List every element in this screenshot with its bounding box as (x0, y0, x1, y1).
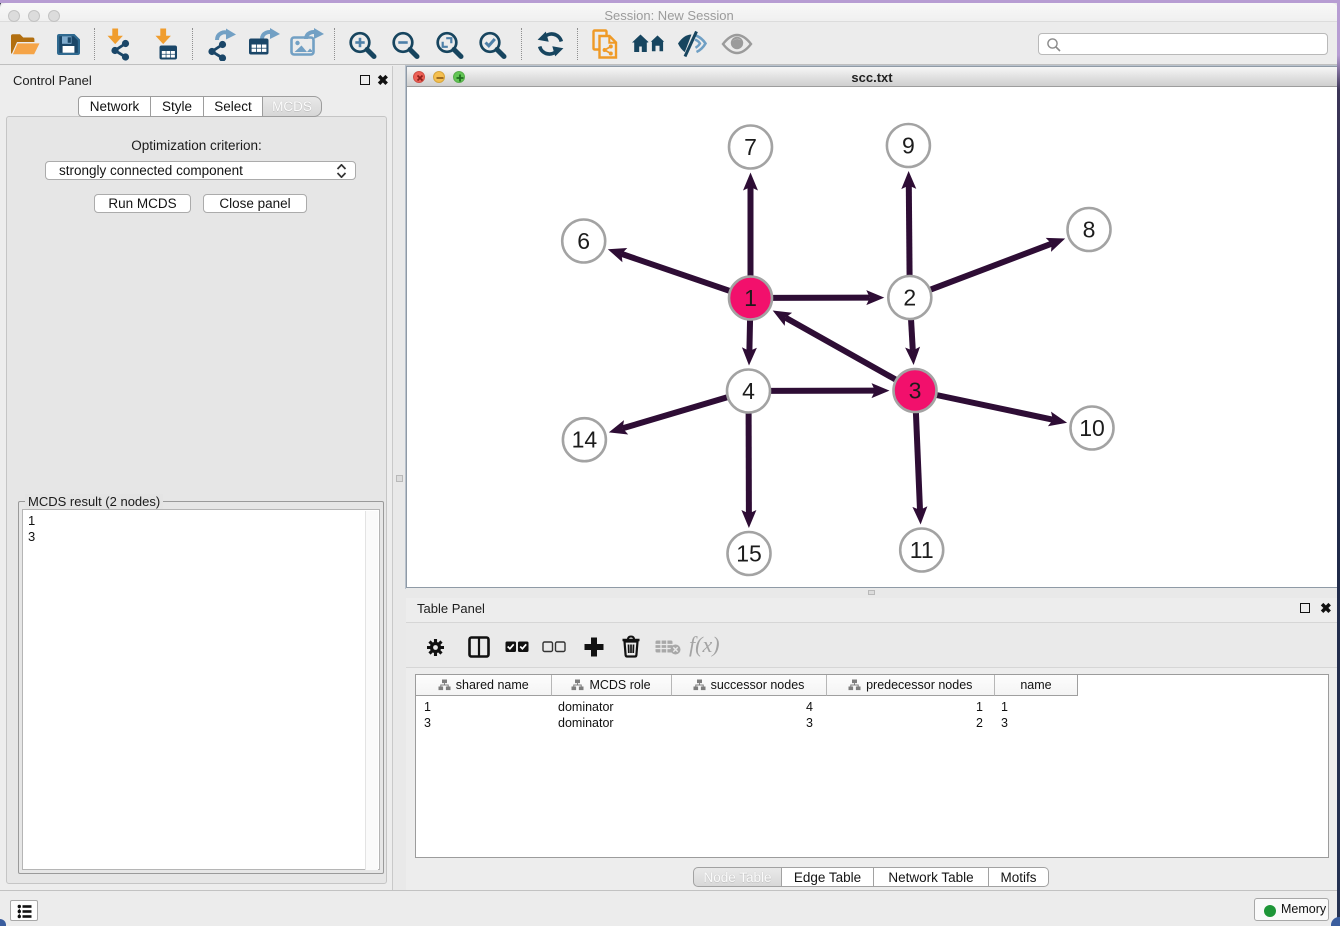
svg-text:8: 8 (1083, 217, 1096, 243)
svg-text:11: 11 (910, 537, 934, 563)
svg-text:15: 15 (736, 541, 762, 567)
svg-text:2: 2 (903, 285, 916, 311)
svg-text:3: 3 (909, 378, 922, 404)
svg-text:1: 1 (744, 285, 757, 311)
svg-text:9: 9 (902, 133, 915, 159)
svg-text:14: 14 (572, 427, 598, 453)
svg-text:4: 4 (742, 378, 755, 404)
svg-text:6: 6 (577, 228, 590, 254)
svg-text:7: 7 (744, 134, 757, 160)
svg-text:10: 10 (1079, 415, 1105, 441)
